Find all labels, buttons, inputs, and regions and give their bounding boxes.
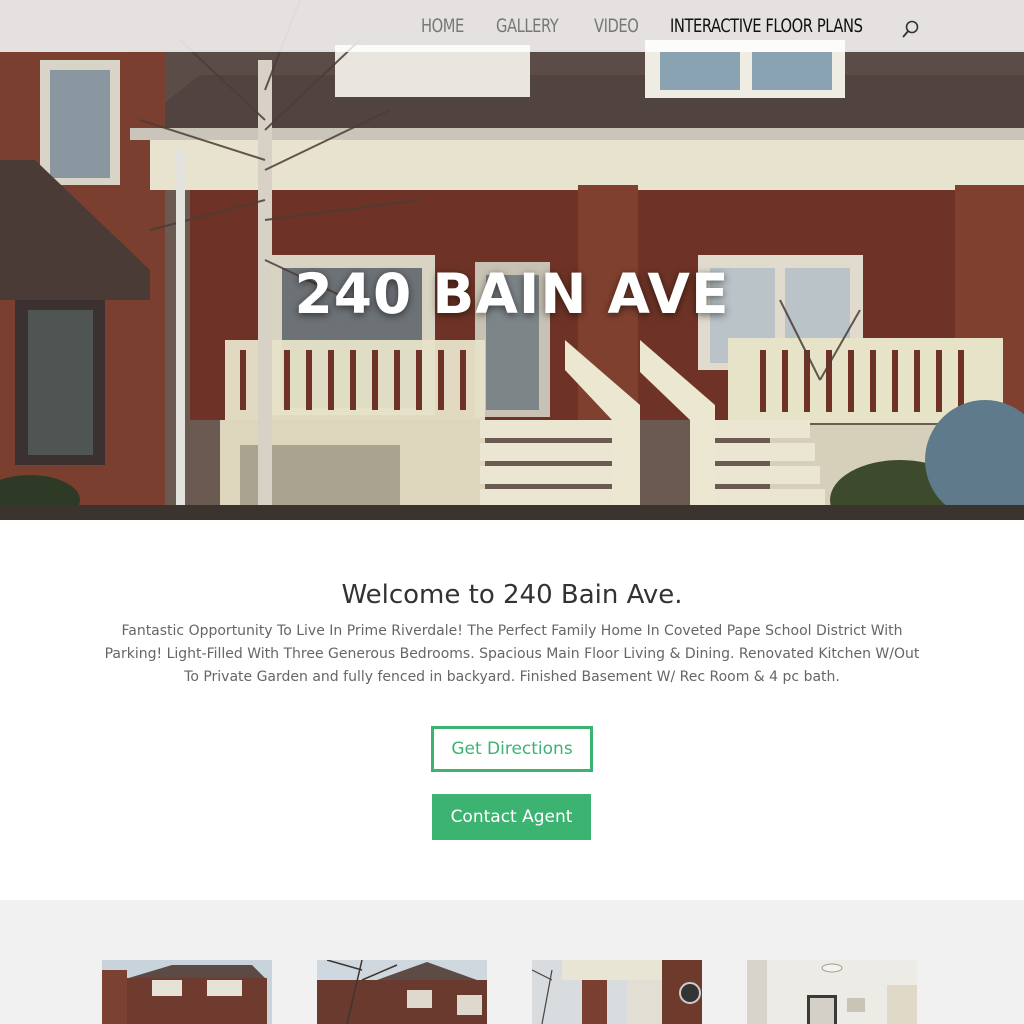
- gallery-thumbnail[interactable]: [747, 960, 917, 1024]
- nav-menu: HOME GALLERY VIDEO INTERACTIVE FLOOR PLA…: [421, 0, 1024, 52]
- gallery-strip: [0, 900, 1024, 1024]
- gallery-thumbnail[interactable]: [102, 960, 272, 1024]
- get-directions-button[interactable]: Get Directions: [431, 726, 593, 772]
- nav-item-video[interactable]: VIDEO: [594, 15, 639, 37]
- property-description: Fantastic Opportunity To Live In Prime R…: [104, 623, 920, 685]
- property-title: 240 BAIN AVE: [294, 262, 730, 326]
- top-nav: HOME GALLERY VIDEO INTERACTIVE FLOOR PLA…: [0, 0, 1024, 52]
- hero-house-photo: [0, 0, 1024, 520]
- welcome-heading: Welcome to 240 Bain Ave.: [341, 580, 683, 610]
- gallery-thumbnail[interactable]: [532, 960, 702, 1024]
- nav-item-home[interactable]: HOME: [421, 15, 464, 37]
- contact-agent-button[interactable]: Contact Agent: [432, 794, 591, 840]
- nav-item-gallery[interactable]: GALLERY: [496, 15, 559, 37]
- welcome-section: Welcome to 240 Bain Ave. Fantastic Oppor…: [0, 520, 1024, 900]
- hero-banner: 240 BAIN AVE: [0, 0, 1024, 520]
- nav-item-interactive-floor-plans[interactable]: INTERACTIVE FLOOR PLANS: [670, 15, 863, 37]
- search-icon[interactable]: [902, 20, 920, 38]
- gallery-thumbnail[interactable]: [317, 960, 487, 1024]
